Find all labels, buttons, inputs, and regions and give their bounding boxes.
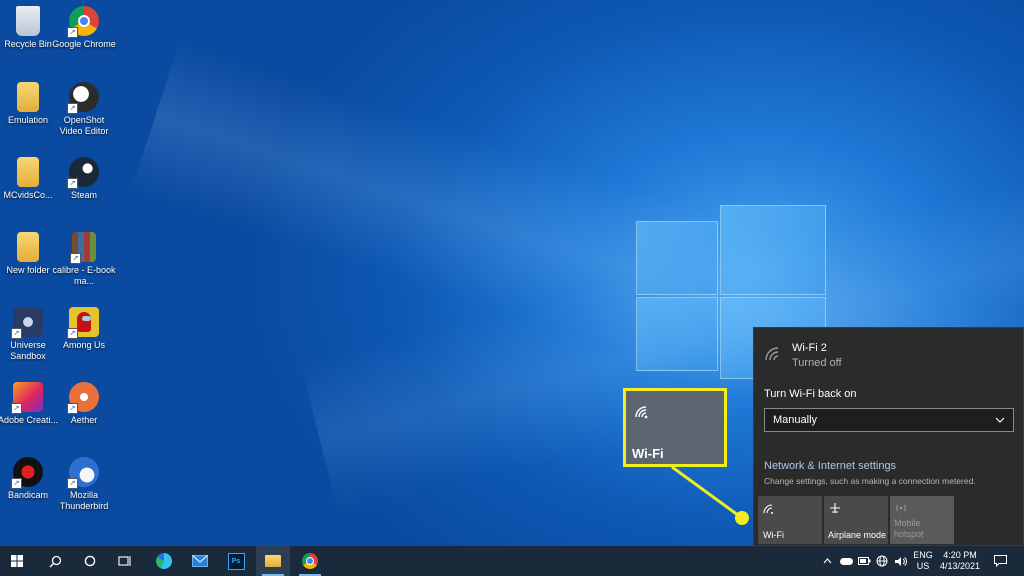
quick-action-label: Mobile hotspot	[894, 518, 924, 539]
aether-icon: ↗	[67, 382, 99, 414]
wifi-off-icon	[765, 347, 779, 361]
callout-label: Wi-Fi	[632, 446, 664, 461]
start-button[interactable]	[0, 546, 34, 576]
chrome-icon: ↗	[67, 6, 99, 38]
quick-action-label: Airplane mode	[828, 530, 887, 540]
battery-icon	[857, 557, 870, 565]
desktop-icon-google-chrome[interactable]: ↗ Google Chrome	[52, 6, 116, 50]
wifi-callout-tile: Wi-Fi	[623, 388, 727, 467]
region-code: US	[916, 561, 930, 571]
action-center-button[interactable]	[990, 546, 1010, 576]
network-settings-description: Change settings, such as making a connec…	[764, 476, 976, 486]
network-status: Turned off	[792, 357, 842, 369]
recycle-bin-icon	[16, 6, 40, 36]
clock-time: 4:20 PM	[943, 550, 977, 560]
chevron-up-icon	[823, 558, 831, 564]
edge-icon	[156, 553, 172, 569]
quick-action-wifi[interactable]: Wi-Fi	[758, 496, 822, 544]
desktop-icon-adobe-creative-cloud[interactable]: ↗ Adobe Creati...	[0, 382, 60, 426]
desktop-icon-steam[interactable]: ↗ Steam	[52, 157, 116, 201]
windows-icon	[11, 555, 23, 567]
wifi-icon	[763, 504, 773, 514]
cortana-button[interactable]	[73, 546, 107, 576]
openshot-icon: ↗	[67, 82, 99, 114]
taskbar: Ps ENG US 4:20 PM 4/13/2021	[0, 546, 1024, 576]
battery-tray-icon[interactable]	[856, 546, 872, 576]
folder-icon	[17, 157, 39, 187]
task-view-icon	[118, 556, 131, 566]
airplane-icon	[830, 503, 840, 513]
adobe-creative-cloud-icon: ↗	[11, 382, 43, 414]
network-flyout: Wi-Fi 2 Turned off Turn Wi-Fi back on Ma…	[753, 327, 1024, 546]
network-name: Wi-Fi 2	[792, 342, 827, 354]
quick-action-label: Wi-Fi	[763, 530, 784, 540]
taskbar-file-explorer[interactable]	[256, 546, 290, 576]
network-settings-link[interactable]: Network & Internet settings	[764, 460, 896, 472]
cloud-icon	[839, 557, 853, 565]
dropdown-value: Manually	[773, 414, 818, 426]
file-explorer-icon	[265, 555, 281, 567]
folder-icon	[17, 82, 39, 112]
desktop-icon-emulation[interactable]: Emulation	[0, 82, 60, 126]
clock[interactable]: 4:20 PM 4/13/2021	[936, 546, 984, 576]
taskbar-edge[interactable]	[147, 546, 181, 576]
globe-icon	[876, 555, 888, 567]
folder-icon	[17, 232, 39, 262]
desktop-icon-calibre[interactable]: ↗ calibre - E-book ma...	[52, 232, 116, 287]
input-language-indicator[interactable]: ENG US	[910, 546, 936, 576]
desktop-icon-bandicam[interactable]: ↗ Bandicam	[0, 457, 60, 501]
mobile-hotspot-icon	[896, 504, 906, 512]
language-code: ENG	[913, 550, 933, 560]
quick-action-airplane-mode[interactable]: Airplane mode	[824, 496, 888, 544]
clock-date: 4/13/2021	[939, 561, 981, 571]
cortana-icon	[84, 555, 96, 567]
calibre-icon: ↗	[70, 232, 96, 264]
desktop-icon-new-folder[interactable]: New folder	[0, 232, 60, 276]
chevron-down-icon	[995, 417, 1005, 423]
show-hidden-icons-button[interactable]	[820, 546, 834, 576]
notification-icon	[993, 555, 1007, 567]
photoshop-icon: Ps	[227, 552, 245, 570]
network-tray-icon[interactable]	[874, 546, 890, 576]
turn-wifi-back-on-dropdown[interactable]: Manually	[764, 408, 1014, 432]
wifi-icon	[635, 406, 648, 419]
among-us-icon: ↗	[67, 307, 99, 339]
desktop-icon-openshot[interactable]: ↗ OpenShot Video Editor	[52, 82, 116, 137]
taskbar-photoshop[interactable]: Ps	[219, 546, 253, 576]
universe-sandbox-icon: ↗	[11, 307, 43, 339]
quick-action-mobile-hotspot[interactable]: Mobile hotspot	[890, 496, 954, 544]
desktop-icon-recycle-bin[interactable]: Recycle Bin	[0, 6, 60, 50]
desktop-icon-universe-sandbox[interactable]: ↗ Universe Sandbox	[0, 307, 60, 362]
desktop-icon-among-us[interactable]: ↗ Among Us	[52, 307, 116, 351]
desktop-icon-mcvidsco[interactable]: MCvidsCo...	[0, 157, 60, 201]
mail-icon	[192, 555, 208, 567]
thunderbird-icon: ↗	[67, 457, 99, 489]
volume-tray-icon[interactable]	[892, 546, 908, 576]
chrome-icon	[302, 553, 318, 569]
task-view-button[interactable]	[108, 546, 142, 576]
search-button[interactable]	[38, 546, 72, 576]
bandicam-icon: ↗	[11, 457, 43, 489]
desktop-icon-thunderbird[interactable]: ↗ Mozilla Thunderbird	[52, 457, 116, 512]
taskbar-chrome[interactable]	[293, 546, 327, 576]
taskbar-mail[interactable]	[183, 546, 217, 576]
turn-wifi-back-on-label: Turn Wi-Fi back on	[764, 388, 857, 400]
search-icon	[49, 555, 61, 567]
onedrive-tray-icon[interactable]	[838, 546, 854, 576]
speaker-icon	[894, 556, 907, 566]
desktop-icon-aether[interactable]: ↗ Aether	[52, 382, 116, 426]
steam-icon: ↗	[67, 157, 99, 189]
